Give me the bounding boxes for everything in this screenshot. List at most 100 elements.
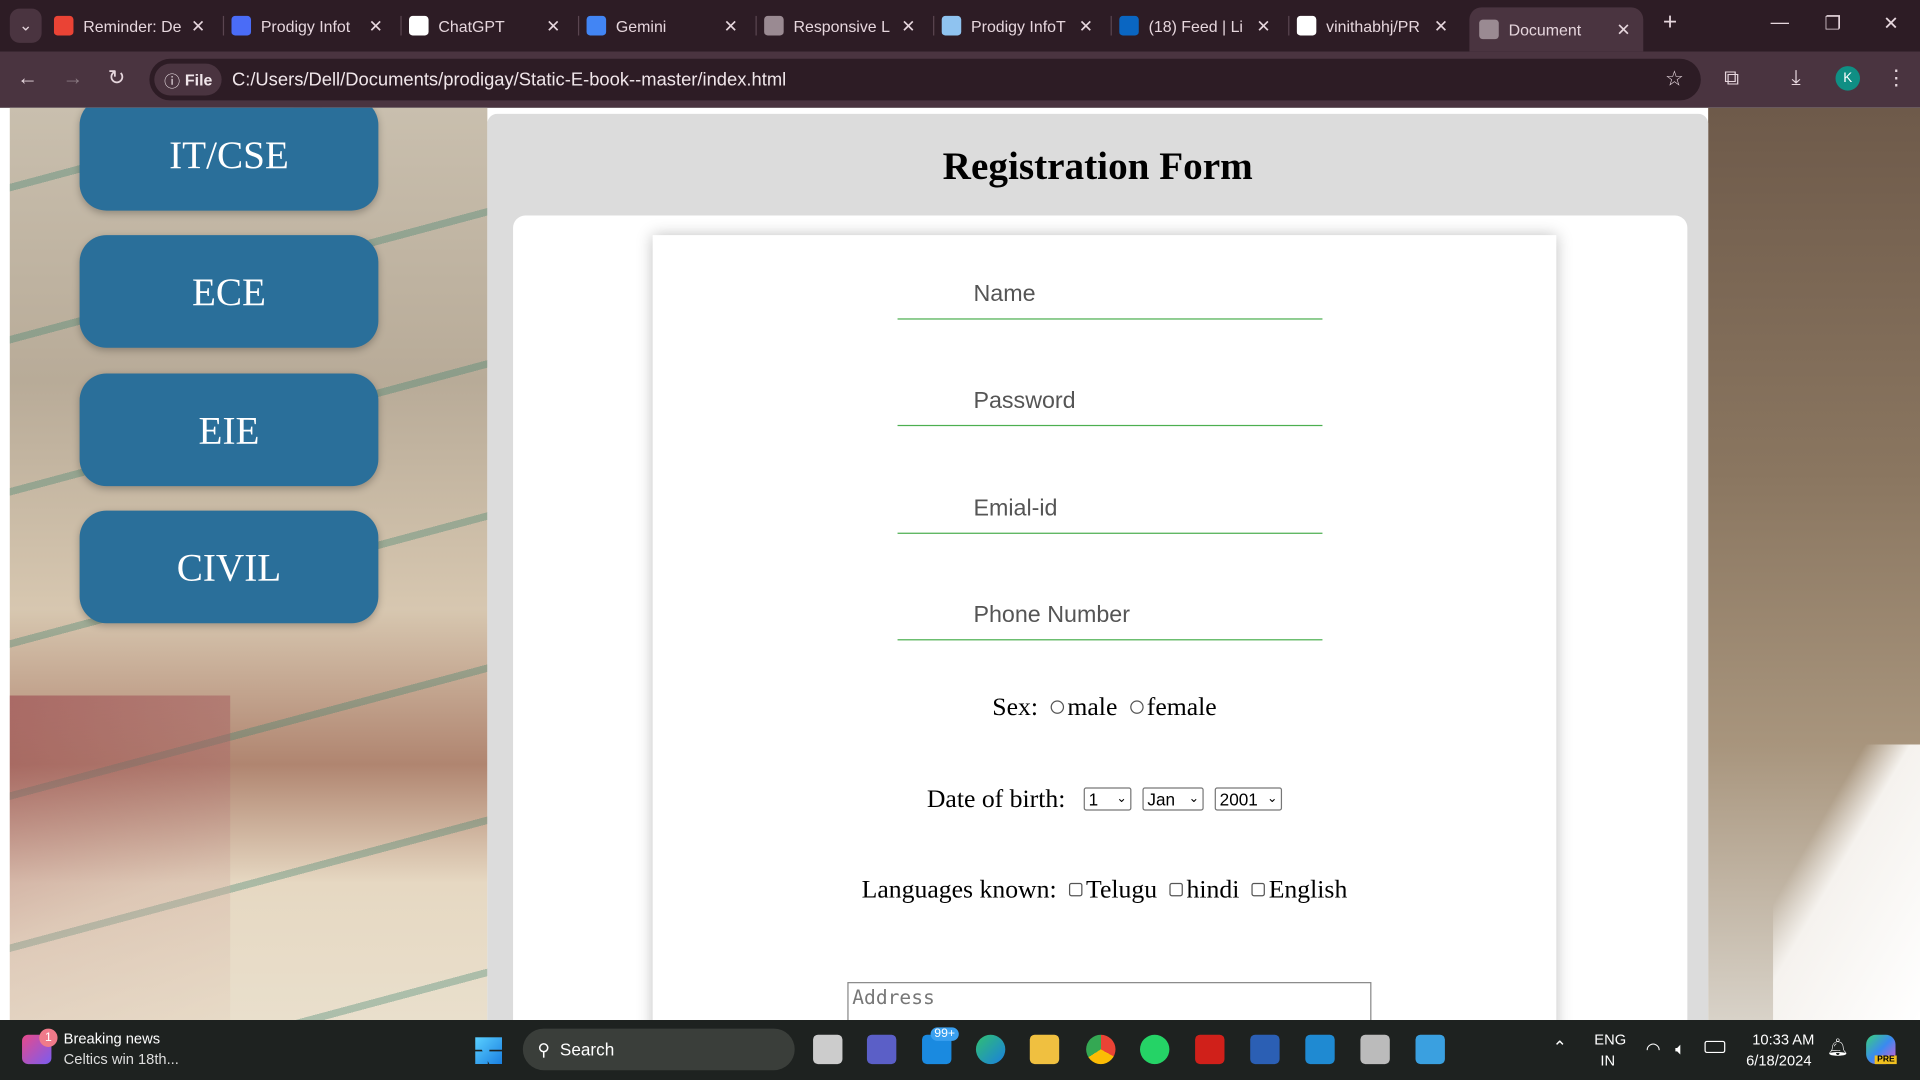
registration-panel: Registration Form Sex: male female Date … [487,113,1709,1021]
minimize-button[interactable]: — [1771,12,1789,33]
browser-tab[interactable]: Reminder: De ✕ [53,9,211,43]
telugu-checkbox[interactable] [1068,882,1083,897]
download-icon[interactable]: ⤓ [1791,66,1800,90]
name-input[interactable] [897,270,1323,320]
close-tab-icon[interactable]: ✕ [1616,19,1630,40]
vscode-icon[interactable] [1305,1034,1335,1065]
telugu-label[interactable]: Telugu [1086,874,1157,905]
browser-tab[interactable]: (18) Feed | Li ✕ [1119,9,1276,43]
restore-button[interactable]: ❐ [1824,12,1840,34]
teams-icon[interactable] [866,1034,897,1065]
search-icon: ⚲ [537,1038,551,1059]
volume-icon[interactable]: 🔈︎ [1675,1038,1685,1059]
dob-month-select[interactable]: Jan ⌄ [1142,787,1204,811]
close-tab-icon[interactable]: ✕ [1256,15,1270,36]
close-tab-icon[interactable]: ✕ [724,15,738,36]
english-label[interactable]: English [1269,874,1348,905]
close-tab-icon[interactable]: ✕ [1434,15,1448,36]
female-radio[interactable] [1129,700,1144,714]
dept-button-civil[interactable]: CIVIL [79,510,379,624]
address-textarea[interactable] [847,982,1372,1021]
browser-tab[interactable]: Prodigy InfoT ✕ [941,9,1099,43]
male-label[interactable]: male [1067,692,1117,723]
site-info-chip[interactable]: ⓘ File [154,63,223,96]
gmail-icon [53,15,74,36]
browser-tab[interactable]: Gemini ✕ [586,9,744,43]
tab-bar: ⌄ Reminder: De ✕ Prodigy Infot ✕ ChatGPT ✕ Gem… [0,0,1920,52]
browser-tab[interactable]: Responsive L ✕ [764,9,921,43]
snipping-tool-icon[interactable] [1360,1034,1390,1065]
profile-avatar[interactable]: K [1835,66,1861,91]
browser-tab[interactable]: Document ✕ [1469,7,1644,52]
tab-separator [1110,15,1112,36]
tab-title: Prodigy Infot [260,16,351,35]
wifi-icon[interactable]: ◠ [1646,1038,1661,1059]
chevron-down-icon: ⌄ [1266,792,1278,806]
new-tab-button[interactable]: + [1663,9,1677,37]
word-icon[interactable] [1250,1034,1280,1065]
tab-separator [755,15,757,36]
tab-title: (18) Feed | Li [1148,16,1243,35]
phone-input[interactable] [897,591,1323,641]
address-bar[interactable]: ⓘ File C:/Users/Dell/Documents/prodigay/S… [149,58,1701,101]
dob-day-select[interactable]: 1 ⌄ [1083,787,1132,811]
password-input[interactable] [897,377,1323,427]
extensions-icon[interactable]: ⧉ [1724,66,1739,90]
news-text[interactable]: Celtics win 18th... [64,1051,179,1068]
back-button[interactable]: ← [17,66,38,90]
news-badge: 1 [39,1028,58,1047]
clock-date[interactable]: 6/18/2024 [1746,1052,1811,1069]
lang-bottom[interactable]: IN [1600,1052,1615,1069]
windows-start-icon[interactable] [475,1037,503,1065]
notification-bell-icon[interactable]: 🔔︎ [1827,1037,1849,1058]
url-text: C:/Users/Dell/Documents/prodigay/Static-… [231,69,787,91]
tab-search-button[interactable]: ⌄ [9,8,42,43]
hindi-checkbox[interactable] [1169,882,1183,897]
close-window-button[interactable]: ✕ [1883,12,1898,34]
whatsapp-icon[interactable] [1140,1034,1170,1065]
dept-button-it-cse[interactable]: IT/CSE [79,107,379,211]
bookmark-star-icon[interactable]: ☆ [1665,67,1684,91]
close-tab-icon[interactable]: ✕ [191,15,205,36]
tab-title: Prodigy InfoT [971,16,1066,35]
tab-title: Reminder: De [83,16,182,35]
show-hidden-icons[interactable]: ⌃ [1553,1037,1567,1058]
file-explorer-icon[interactable] [1029,1034,1060,1065]
close-tab-icon[interactable]: ✕ [901,15,915,36]
edge-icon[interactable] [975,1034,1006,1065]
female-label[interactable]: female [1147,692,1217,723]
screen: ⌄ Reminder: De ✕ Prodigy Infot ✕ ChatGPT ✕ Gem… [0,0,1920,1080]
tab-separator [933,15,935,36]
male-radio[interactable] [1050,700,1064,714]
hindi-label[interactable]: hindi [1186,874,1239,905]
forward-button[interactable]: → [62,66,83,90]
browser-tab[interactable]: vinithabhj/PR ✕ [1296,9,1454,43]
task-view-icon[interactable] [813,1034,843,1065]
browser-tab[interactable]: ChatGPT ✕ [408,9,566,43]
photos-icon[interactable] [1415,1034,1445,1065]
reload-button[interactable]: ↻ [108,66,125,90]
taskbar-search[interactable]: ⚲ Search [522,1028,795,1071]
dept-button-eie[interactable]: EIE [79,373,379,487]
close-tab-icon[interactable]: ✕ [546,15,560,36]
close-tab-icon[interactable]: ✕ [1079,15,1093,36]
dob-year-select[interactable]: 2001 ⌄ [1214,787,1283,811]
english-checkbox[interactable] [1251,882,1266,897]
battery-icon[interactable] [1704,1040,1726,1054]
taskbar: 1 Breaking news Celtics win 18th... ⚲ Sea… [0,1020,1920,1080]
clock-time[interactable]: 10:33 AM [1752,1031,1814,1048]
chatgpt-icon [408,15,429,36]
news-title[interactable]: Breaking news [64,1030,160,1047]
tab-separator [1288,15,1290,36]
browser-tab[interactable]: Prodigy Infot ✕ [231,9,388,43]
web-page: IT/CSE ECE EIE CIVIL Registration Form S… [0,107,1920,1021]
acrobat-icon[interactable] [1195,1034,1225,1065]
menu-icon[interactable]: ⋮ [1886,66,1907,90]
close-tab-icon[interactable]: ✕ [369,15,383,36]
dept-button-ece[interactable]: ECE [79,235,379,348]
email-input[interactable] [897,484,1323,534]
sex-label: Sex: [992,691,1039,722]
globe-icon [764,15,784,36]
chrome-icon[interactable] [1086,1034,1116,1065]
lang-top[interactable]: ENG [1594,1031,1626,1048]
